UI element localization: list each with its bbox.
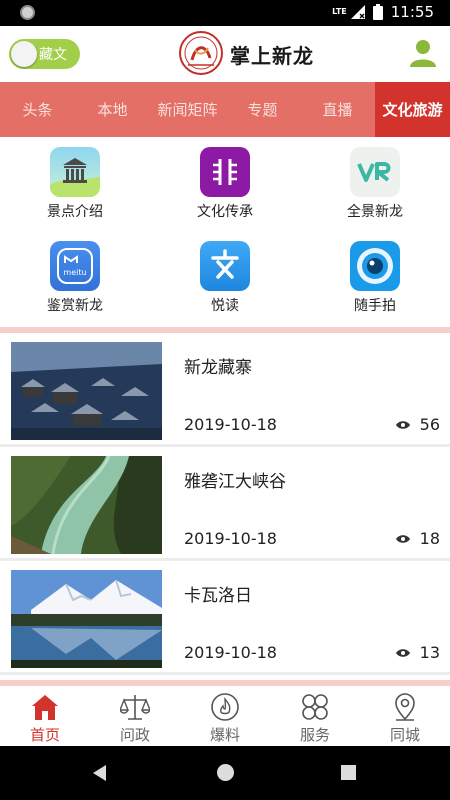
- recent-apps-icon[interactable]: [341, 765, 356, 780]
- news-list: 新龙藏寨 2019-10-18 56 雅砻江大峡谷 2019-10-18 18: [0, 333, 450, 675]
- news-item[interactable]: 新龙藏寨 2019-10-18 56: [0, 333, 450, 447]
- nav-inquiry[interactable]: 问政: [90, 688, 180, 746]
- tibetan-language-toggle[interactable]: 藏文: [9, 39, 80, 69]
- tab-topics[interactable]: 专题: [225, 82, 300, 137]
- status-bar: LTE 11:55: [0, 0, 450, 26]
- view-count: 18: [395, 529, 440, 548]
- nav-local[interactable]: 同城: [360, 688, 450, 746]
- scales-icon: [120, 695, 150, 720]
- news-date: 2019-10-18: [184, 529, 277, 548]
- feature-label: 全景新龙: [347, 204, 403, 220]
- category-tabs: 头条 本地 新闻矩阵 专题 直播 文化旅游: [0, 82, 450, 137]
- view-count: 13: [395, 643, 440, 662]
- battery-icon: [372, 4, 383, 20]
- app-title: 掌上新龙: [230, 44, 314, 68]
- feature-label: 随手拍: [354, 298, 396, 314]
- signal-icon: [350, 5, 365, 19]
- news-thumbnail: [11, 456, 162, 554]
- eye-icon: [395, 534, 410, 543]
- news-title: 新龙藏寨: [184, 358, 252, 378]
- bottom-navigation: 首页 问政 爆料 服务 同城: [0, 688, 450, 746]
- nav-label: 问政: [119, 726, 150, 744]
- news-title: 卡瓦洛日: [184, 586, 252, 606]
- section-divider: [0, 680, 450, 686]
- tab-culture-tourism[interactable]: 文化旅游: [375, 82, 450, 137]
- feature-culture-heritage[interactable]: 文化传承: [150, 147, 300, 241]
- news-item[interactable]: 卡瓦洛日 2019-10-18 13: [0, 561, 450, 675]
- nav-label: 服务: [299, 726, 330, 744]
- app-logo-icon: [179, 31, 223, 75]
- news-item[interactable]: 雅砻江大峡谷 2019-10-18 18: [0, 447, 450, 561]
- clock: 11:55: [390, 3, 434, 21]
- view-count-value: 18: [419, 529, 440, 548]
- svg-text:meitu: meitu: [63, 268, 86, 277]
- nav-label: 同城: [389, 726, 420, 744]
- view-count-value: 56: [419, 415, 440, 434]
- nav-services[interactable]: 服务: [270, 688, 360, 746]
- toggle-label: 藏文: [39, 47, 67, 63]
- app-header: 藏文 掌上新龙: [0, 26, 450, 82]
- flame-icon: [211, 693, 239, 721]
- network-type: LTE: [332, 7, 347, 16]
- nav-report[interactable]: 爆料: [180, 688, 270, 746]
- location-pin-icon: [395, 693, 415, 721]
- news-thumbnail: [11, 570, 162, 668]
- system-navigation-bar: [0, 746, 450, 800]
- tab-headlines[interactable]: 头条: [0, 82, 75, 137]
- view-count: 56: [395, 415, 440, 434]
- tab-local[interactable]: 本地: [75, 82, 150, 137]
- tab-news-matrix[interactable]: 新闻矩阵: [150, 82, 225, 137]
- nav-label: 首页: [29, 726, 60, 744]
- feature-label: 景点介绍: [47, 204, 103, 220]
- nav-label: 爆料: [209, 726, 240, 744]
- view-count-value: 13: [419, 643, 440, 662]
- nav-home[interactable]: 首页: [0, 688, 90, 746]
- feature-label: 悦读: [211, 298, 239, 314]
- culture-icon: [200, 147, 250, 197]
- temple-icon: [50, 147, 100, 197]
- feature-label: 文化传承: [197, 204, 253, 220]
- feature-grid: 景点介绍 文化传承 全景新龙 meitu 鉴赏新龙 悦读 随手拍: [0, 137, 450, 327]
- camera-icon: [350, 241, 400, 291]
- reading-icon: [200, 241, 250, 291]
- home-icon: [32, 695, 58, 720]
- news-date: 2019-10-18: [184, 643, 277, 662]
- news-thumbnail: [11, 342, 162, 440]
- notification-dot-icon: [20, 5, 35, 20]
- meitu-icon: meitu: [50, 241, 100, 291]
- home-circle-icon[interactable]: [217, 764, 234, 781]
- feature-scenic-spots[interactable]: 景点介绍: [0, 147, 150, 241]
- feature-label: 鉴赏新龙: [47, 298, 103, 314]
- news-title: 雅砻江大峡谷: [184, 472, 286, 492]
- eye-icon: [395, 420, 410, 429]
- tab-live[interactable]: 直播: [300, 82, 375, 137]
- news-date: 2019-10-18: [184, 415, 277, 434]
- grid-icon: [302, 694, 328, 720]
- feature-appreciate[interactable]: meitu 鉴赏新龙: [0, 241, 150, 335]
- toggle-knob: [11, 41, 37, 67]
- eye-icon: [395, 648, 410, 657]
- feature-panorama[interactable]: 全景新龙: [300, 147, 450, 241]
- feature-reading[interactable]: 悦读: [150, 241, 300, 335]
- user-icon[interactable]: [408, 38, 438, 68]
- back-icon[interactable]: [93, 765, 106, 781]
- feature-snapshot[interactable]: 随手拍: [300, 241, 450, 335]
- vr-icon: [350, 147, 400, 197]
